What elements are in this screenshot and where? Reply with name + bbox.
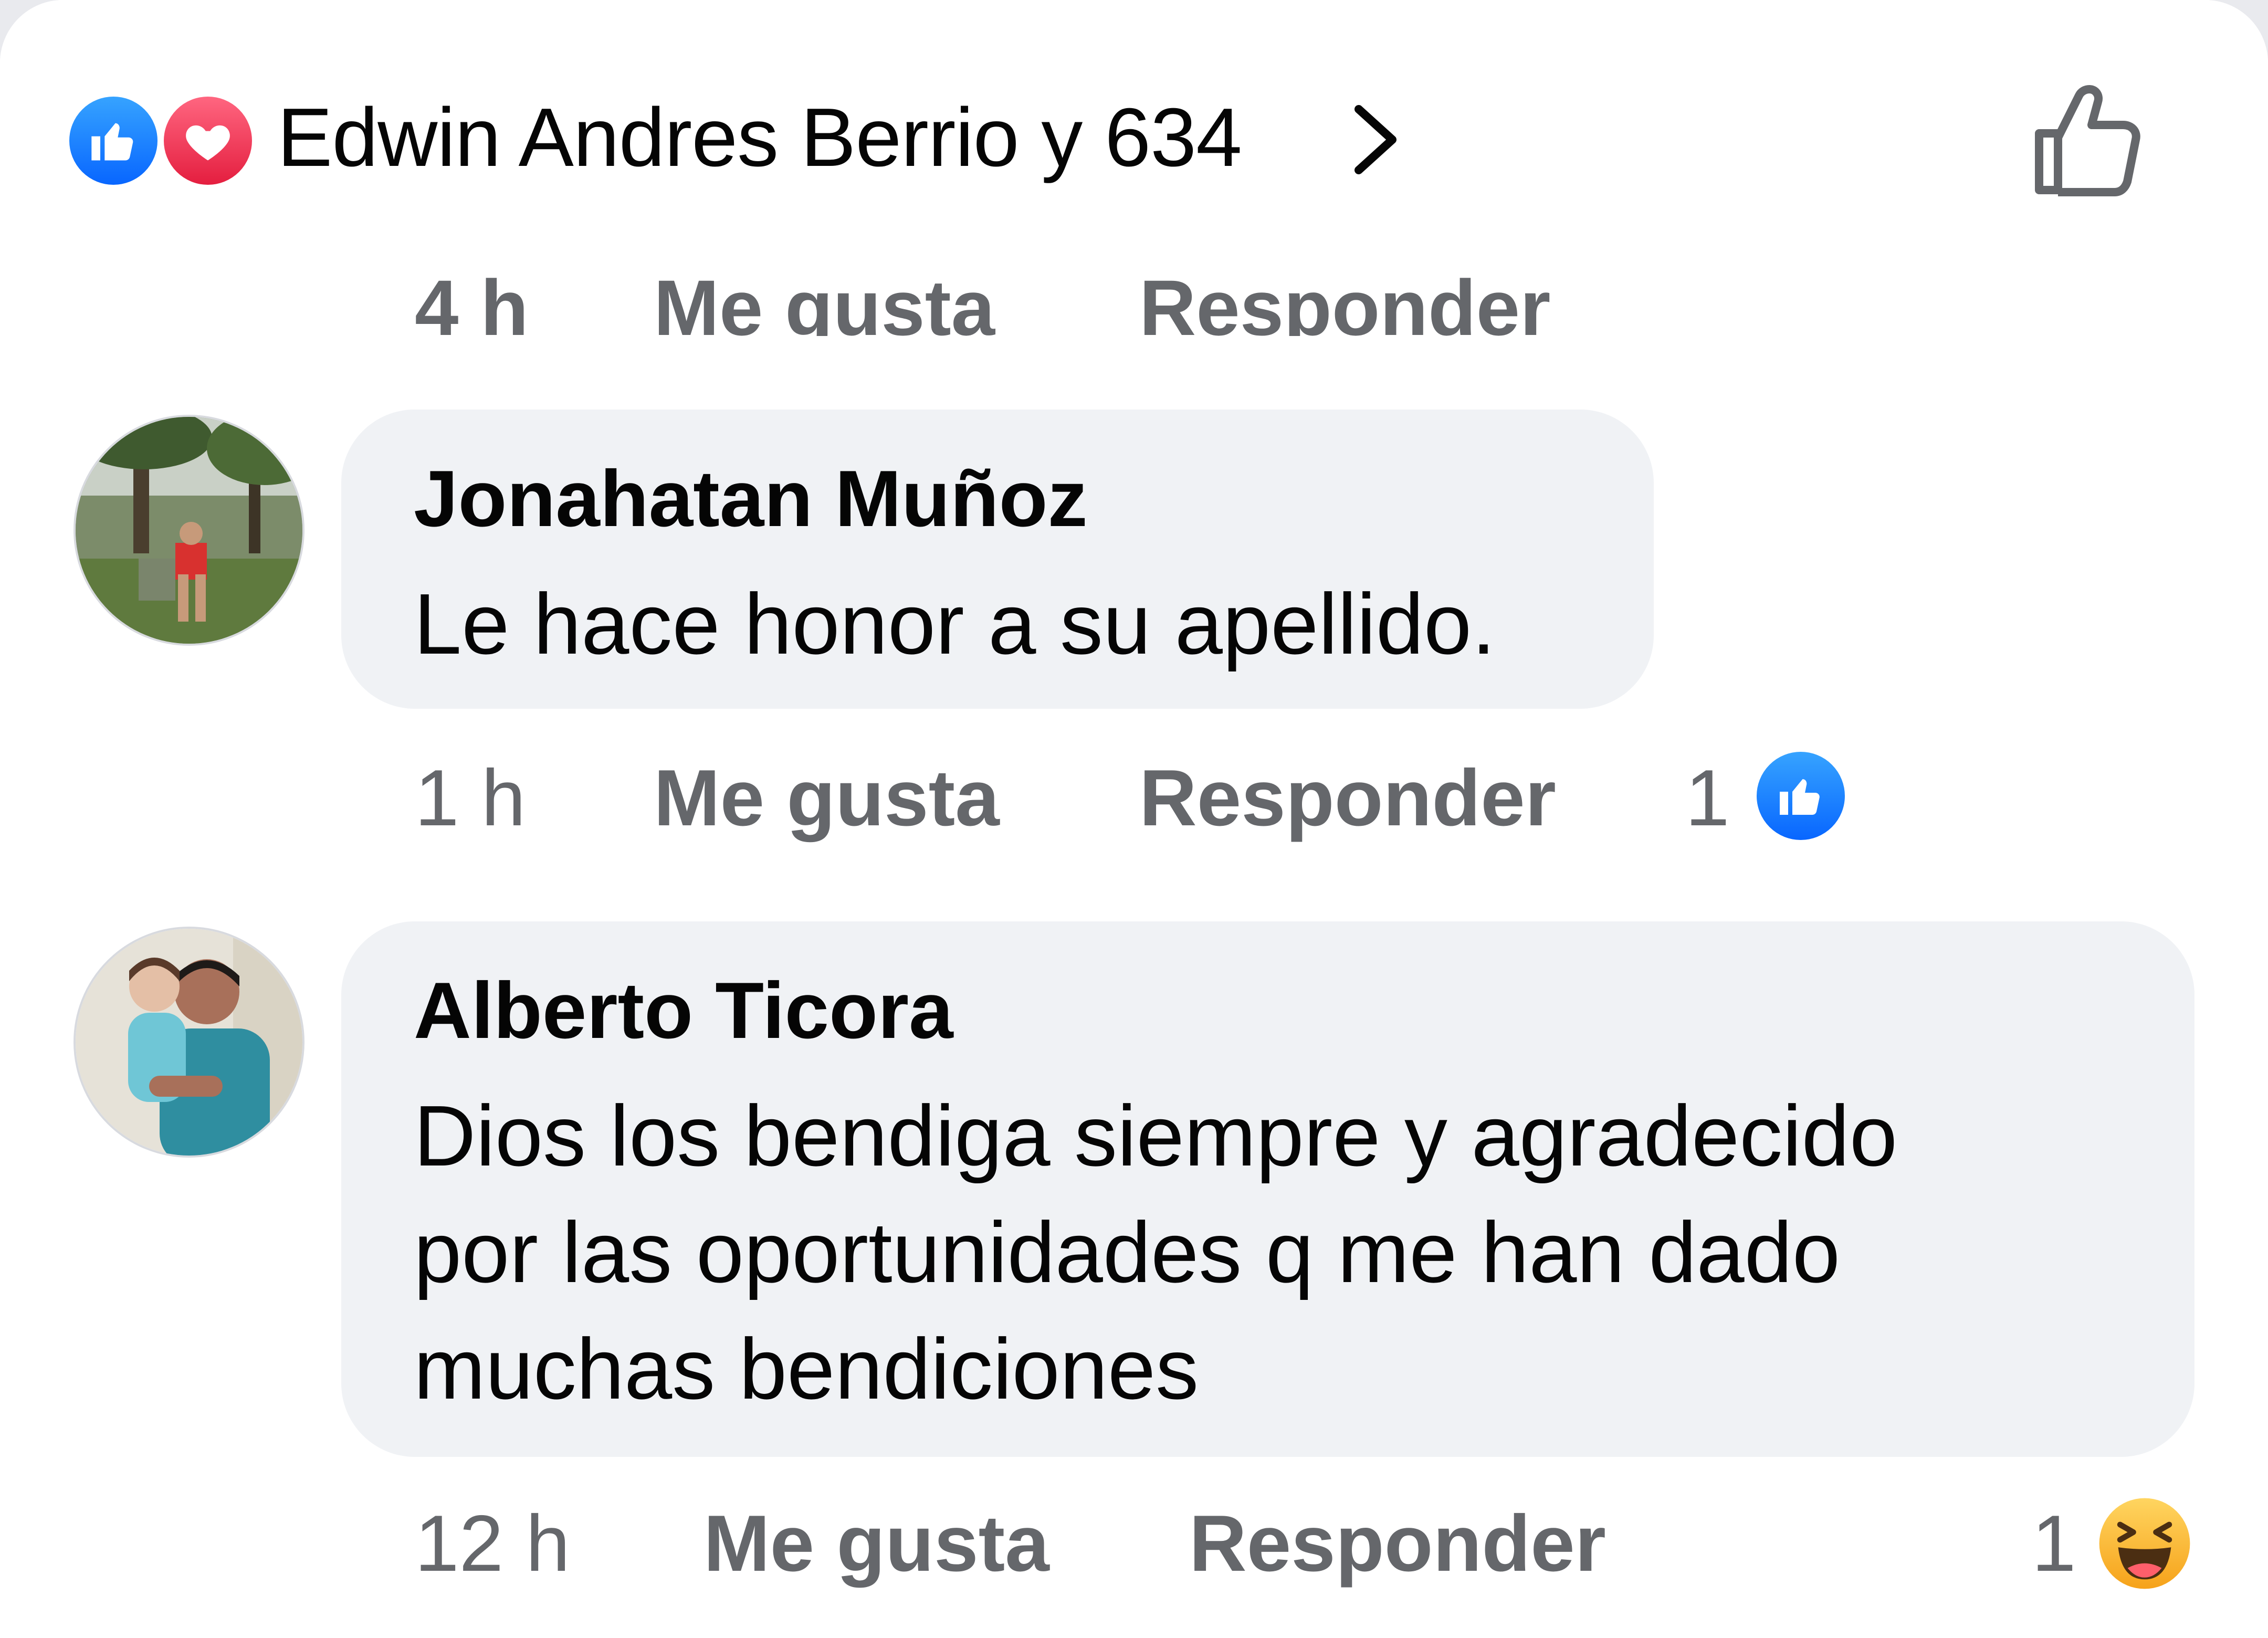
reactions-header: Edwin Andres Berrio y 634 <box>0 0 2268 247</box>
reaction-count[interactable]: 1 <box>2032 1491 2076 1596</box>
comment-time: 4 h <box>415 264 529 336</box>
comment-actions: 1 h Me gusta Responder 1 <box>0 746 2268 850</box>
like-reaction-icon <box>65 92 162 189</box>
avatar[interactable] <box>74 415 304 646</box>
comment-author[interactable]: Alberto Ticora <box>414 963 2126 1058</box>
like-comment-button[interactable]: Me gusta <box>654 746 1000 850</box>
like-comment-button[interactable]: Me gusta <box>654 262 995 336</box>
comment-bubble[interactable]: Alberto Ticora Dios los bendiga siempre … <box>341 921 2194 1457</box>
comment-time[interactable]: 1 h <box>415 746 526 850</box>
thumbs-up-outline-icon[interactable] <box>2026 79 2152 205</box>
comment-time[interactable]: 12 h <box>415 1491 570 1596</box>
comments-sheet: Edwin Andres Berrio y 634 4 h Me gusta R… <box>0 0 2268 1638</box>
comment-text-line: Dios los bendiga siempre y agradecido <box>414 1088 1898 1184</box>
like-comment-button[interactable]: Me gusta <box>704 1491 1049 1596</box>
comment-text: Dios los bendiga siempre y agradecido po… <box>414 1078 2126 1427</box>
comment-text-line: muchas bendiciones <box>414 1321 1199 1417</box>
reaction-count[interactable]: 1 <box>1685 746 1730 850</box>
reactions-summary-text[interactable]: Edwin Andres Berrio y 634 <box>277 90 1242 185</box>
reply-comment-button[interactable]: Responder <box>1139 746 1556 850</box>
reaction-summary[interactable] <box>65 92 256 189</box>
comment-author[interactable]: Jonahatan Muñoz <box>414 452 1586 546</box>
chevron-right-icon[interactable] <box>1344 103 1407 176</box>
comment-bubble[interactable]: Jonahatan Muñoz Le hace honor a su apell… <box>341 410 1654 709</box>
love-reaction-icon <box>160 92 256 189</box>
comment-text: Le hace honor a su apellido. <box>414 576 1496 672</box>
comment-actions: 12 h Me gusta Responder 1 <box>0 1491 2268 1596</box>
comment-text-line: por las oportunidades q me han dado <box>414 1204 1841 1300</box>
reply-comment-button[interactable]: Responder <box>1139 262 1550 336</box>
reply-comment-button[interactable]: Responder <box>1189 1491 1606 1596</box>
avatar[interactable] <box>74 927 304 1158</box>
haha-reaction-icon[interactable] <box>2097 1496 2192 1591</box>
like-reaction-icon[interactable] <box>1754 749 1848 843</box>
